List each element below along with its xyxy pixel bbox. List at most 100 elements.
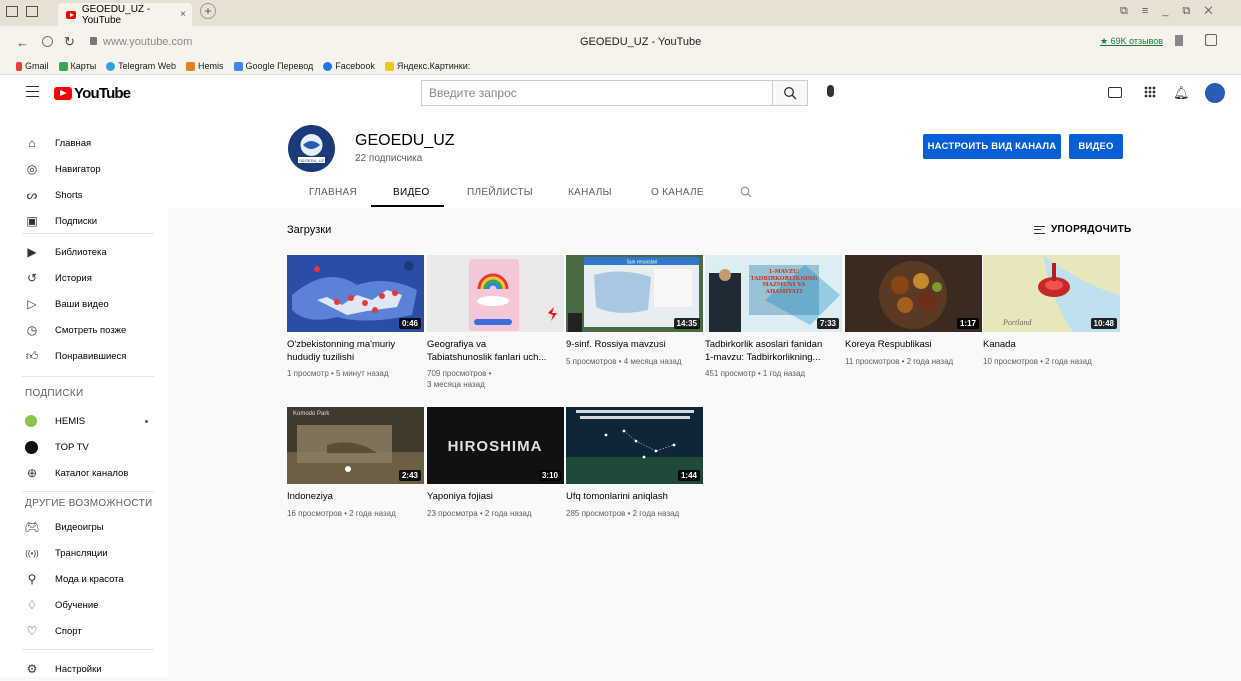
video-meta: 1 просмотр • 5 минут назад <box>287 368 422 379</box>
manage-videos-button[interactable]: ВИДЕО <box>1069 134 1123 159</box>
watch-later-icon: ◷ <box>26 323 38 337</box>
sidebar-item-live[interactable]: ((•)) Трансляции <box>0 541 168 565</box>
reviews-link[interactable]: ★ 69K отзывов <box>1100 36 1163 47</box>
video-thumbnail[interactable]: Portland 10:48 <box>983 255 1120 332</box>
sidebar-item-toptv[interactable]: TOP TV <box>0 435 168 459</box>
window-controls[interactable]: ⧉≡_⧉✕ <box>1120 5 1227 18</box>
video-title[interactable]: 9-sinf. Rossiya mavzusi <box>566 338 701 351</box>
sidebar-item-fashion[interactable]: ⚲ Мода и красота <box>0 567 168 591</box>
video-meta-line: 11 просмотров • 2 года назад <box>845 357 954 366</box>
canada-map-label: Portland <box>1002 318 1032 327</box>
home-icon[interactable] <box>6 6 18 17</box>
sidebar-item-label: Главная <box>55 137 92 149</box>
customize-channel-button[interactable]: НАСТРОИТЬ ВИД КАНАЛА <box>923 134 1061 159</box>
sort-button[interactable]: УПОРЯДОЧИТЬ <box>1034 224 1132 235</box>
video-thumbnail[interactable]: 1-MAVZU: TADBIRKORLIKNING MAZMUNI VA AHA… <box>705 255 842 332</box>
protect-icon[interactable] <box>42 36 53 47</box>
video-title[interactable]: Tadbirkorlik asoslari fanidan 1-mavzu: Ta… <box>705 338 840 364</box>
sidebar-divider <box>22 491 154 492</box>
new-tab-button[interactable]: + <box>200 3 216 19</box>
sidebar-item-gaming[interactable]: 🎮︎ Видеоигры <box>0 515 168 539</box>
video-thumbnail[interactable]: Komodo Park 2:43 <box>287 407 424 484</box>
mic-icon[interactable] <box>827 85 834 97</box>
sidebar-item-label: Библиотека <box>55 246 107 258</box>
back-icon[interactable]: ← <box>16 35 29 50</box>
notifications-icon[interactable]: 🔔︎ <box>1173 85 1190 101</box>
sidebar-item-library[interactable]: ▶ Библиотека <box>0 240 168 264</box>
sidebar-item-label: Настройки <box>55 663 102 675</box>
tab-close-icon[interactable]: × <box>180 9 186 20</box>
video-title[interactable]: Ufq tomonlarini aniqlash <box>566 490 701 503</box>
trophy-icon: ♡ <box>26 624 38 638</box>
bookmark-maps[interactable]: Карты <box>58 61 96 71</box>
video-thumbnail[interactable]: 0:46 <box>287 255 424 332</box>
sidebar: ⌂ Главная ◎ Навигатор ᔕ Shorts ▣ Подписк… <box>0 111 168 677</box>
video-meta: 11 просмотров • 2 года назад <box>845 356 980 367</box>
video-thumbnail[interactable] <box>427 255 564 332</box>
sidebar-item-hemis[interactable]: HEMIS <box>0 409 168 433</box>
video-thumbnail[interactable]: 1:17 <box>845 255 982 332</box>
tabs-icon[interactable] <box>26 6 38 17</box>
yandex-images-icon <box>384 61 394 71</box>
video-thumbnail[interactable]: HIROSHIMA 3:10 <box>427 407 564 484</box>
compass-icon: ◎ <box>26 162 38 176</box>
video-title[interactable]: Indoneziya <box>287 490 422 503</box>
video-title-line: Kanada <box>983 339 1016 350</box>
sidebar-item-learning[interactable]: ♢ Обучение <box>0 593 168 617</box>
sidebar-item-label: История <box>55 272 92 284</box>
sidebar-item-watch-later[interactable]: ◷ Смотреть позже <box>0 318 168 342</box>
sidebar-item-settings[interactable]: ⚙ Настройки <box>0 657 168 681</box>
bookmark-hemis[interactable]: Hemis <box>186 61 224 71</box>
sidebar-item-browse-channels[interactable]: ⊕ Каталог каналов <box>0 461 168 485</box>
rossiya-header-text: Sun resurslari <box>627 260 658 266</box>
bookmark-gmail[interactable]: Gmail <box>16 61 49 71</box>
sidebar-item-subscriptions[interactable]: ▣ Подписки <box>0 209 168 233</box>
bookmark-facebook[interactable]: Facebook <box>323 61 375 71</box>
reload-icon[interactable]: ↻ <box>64 34 75 50</box>
tab-about[interactable]: О КАНАЛЕ <box>651 187 704 198</box>
new-content-dot <box>145 419 148 423</box>
account-avatar[interactable] <box>1205 83 1225 103</box>
create-video-icon[interactable] <box>1108 87 1122 98</box>
search-button[interactable] <box>772 80 808 106</box>
video-thumbnail[interactable]: Sun resurslari 14:35 <box>566 255 703 332</box>
sidebar-item-sports[interactable]: ♡ Спорт <box>0 619 168 643</box>
sidebar-item-home[interactable]: ⌂ Главная <box>0 131 168 155</box>
video-thumbnail[interactable]: 1:44 <box>566 407 703 484</box>
extensions-icon[interactable] <box>1205 34 1217 46</box>
video-meta: 16 просмотров • 2 года назад <box>287 508 422 519</box>
channel-avatar[interactable]: GEOEDU_UZ <box>288 125 335 172</box>
tab-channels[interactable]: КАНАЛЫ <box>568 187 612 198</box>
apps-icon[interactable] <box>1144 86 1156 98</box>
channel-search-icon[interactable] <box>740 186 752 198</box>
menu-icon[interactable] <box>26 86 39 97</box>
browser-tab[interactable]: GEOEDU_UZ - YouTube × <box>58 3 192 26</box>
video-meta-line: 16 просмотров • 2 года назад <box>287 509 396 518</box>
sidebar-item-shorts[interactable]: ᔕ Shorts <box>0 183 168 207</box>
video-title[interactable]: Geografiya va Tabiatshunoslik fanlari uch… <box>427 338 562 364</box>
video-title[interactable]: Yaponiya fojiasi <box>427 490 562 503</box>
tab-videos[interactable]: ВИДЕО <box>393 187 430 198</box>
more-heading: ДРУГИЕ ВОЗМОЖНОСТИ <box>25 498 153 509</box>
sidebar-item-history[interactable]: ↺ История <box>0 266 168 290</box>
sidebar-item-your-videos[interactable]: ▷ Ваши видео <box>0 292 168 316</box>
search-input[interactable]: Введите запрос <box>421 80 773 106</box>
tab-playlists[interactable]: ПЛЕЙЛИСТЫ <box>467 187 533 198</box>
url-text[interactable]: www.youtube.com <box>103 36 192 48</box>
bookmark-translate[interactable]: Google Перевод <box>233 61 313 71</box>
youtube-logo[interactable]: YouTube <box>54 85 131 102</box>
bookmark-telegram[interactable]: Telegram Web <box>106 61 176 71</box>
bookmark-yandex-images[interactable]: Яндекс.Картинки: <box>384 61 470 71</box>
sidebar-item-explore[interactable]: ◎ Навигатор <box>0 157 168 181</box>
sidebar-item-label: Навигатор <box>55 163 101 175</box>
shorts-icon: ᔕ <box>26 188 38 202</box>
sidebar-item-liked[interactable]: 👍︎ Понравившиеся <box>0 344 168 368</box>
video-title[interactable]: Kanada <box>983 338 1118 351</box>
video-title[interactable]: Koreya Respublikasi <box>845 338 980 351</box>
tab-home[interactable]: ГЛАВНАЯ <box>309 187 357 198</box>
sidebar-item-label: Спорт <box>55 625 82 637</box>
translate-icon <box>233 61 243 71</box>
bookmark-icon[interactable] <box>1175 35 1183 46</box>
video-title[interactable]: O'zbekistonning ma'muriy hududiy tuzilish… <box>287 338 422 364</box>
hiroshima-text: HIROSHIMA <box>448 438 543 455</box>
